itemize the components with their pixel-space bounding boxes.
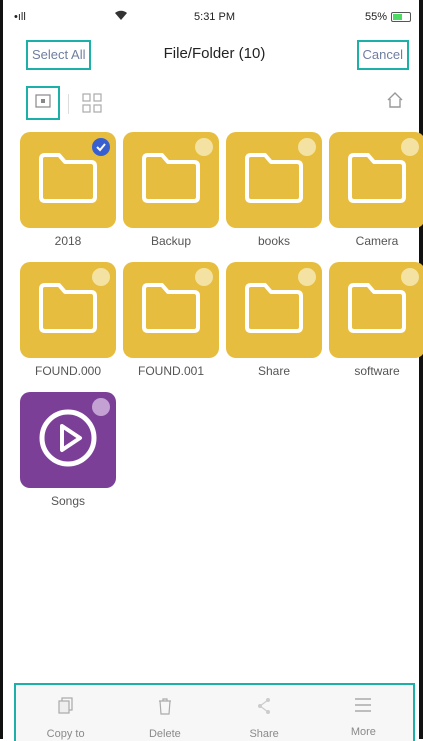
tile-label: Songs <box>50 494 86 508</box>
folder-icon <box>346 151 408 210</box>
unchecked-circle-icon[interactable] <box>92 398 110 416</box>
folder-icon <box>346 281 408 340</box>
folder-tile[interactable]: Camera <box>329 132 423 252</box>
tile-label: FOUND.000 <box>34 364 102 378</box>
music-folder-tile[interactable]: Songs <box>20 392 117 512</box>
share-icon <box>256 697 272 720</box>
tile-label: software <box>354 364 400 378</box>
left-edge <box>0 0 3 739</box>
tile-thumbnail <box>226 132 322 228</box>
battery-percent: 55% <box>364 11 387 23</box>
status-bar: •ıll 5:31 PM 55% <box>14 8 415 30</box>
folder-icon <box>243 281 305 340</box>
grid-view-icon[interactable] <box>82 93 102 118</box>
tile-thumbnail <box>329 132 423 228</box>
folder-tile[interactable]: books <box>226 132 323 252</box>
tile-thumbnail <box>20 132 116 228</box>
share-button[interactable]: Share <box>219 685 309 740</box>
battery-icon <box>391 12 411 22</box>
play-circle-icon <box>36 406 100 475</box>
cancel-button[interactable]: Cancel <box>356 40 409 70</box>
delete-button[interactable]: Delete <box>120 685 210 740</box>
tile-thumbnail <box>226 262 322 358</box>
delete-label: Delete <box>148 728 181 740</box>
view-toolbar <box>14 84 415 124</box>
unchecked-circle-icon[interactable] <box>92 268 110 286</box>
unchecked-circle-icon[interactable] <box>401 268 419 286</box>
tile-label: books <box>257 234 291 248</box>
unchecked-circle-icon[interactable] <box>195 138 213 156</box>
checked-circle-icon[interactable] <box>92 138 110 156</box>
battery-fill <box>393 14 402 20</box>
unchecked-circle-icon[interactable] <box>195 268 213 286</box>
folder-tile[interactable]: Backup <box>123 132 220 252</box>
folder-tile[interactable]: software <box>329 262 423 382</box>
folder-icon <box>140 151 202 210</box>
nav-bar: Select All File/Folder (10) Cancel <box>14 40 415 70</box>
unchecked-circle-icon[interactable] <box>401 138 419 156</box>
folder-tile[interactable]: 2018 <box>20 132 117 252</box>
tile-thumbnail <box>123 262 219 358</box>
tile-label: FOUND.001 <box>137 364 205 378</box>
toolbar-divider <box>68 94 69 114</box>
tile-thumbnail <box>20 262 116 358</box>
trash-icon <box>157 697 173 720</box>
status-time: 5:31 PM <box>194 11 235 23</box>
folder-icon <box>37 281 99 340</box>
more-label: More <box>350 726 376 738</box>
page-title: File/Folder (10) <box>163 45 266 62</box>
folder-tile[interactable]: Share <box>226 262 323 382</box>
tile-label: Camera <box>355 234 399 248</box>
tile-thumbnail <box>123 132 219 228</box>
tile-thumbnail <box>329 262 423 358</box>
unchecked-circle-icon[interactable] <box>298 268 316 286</box>
tile-label: 2018 <box>54 234 82 248</box>
tile-label: Backup <box>150 234 192 248</box>
list-view-button[interactable] <box>26 86 60 120</box>
tile-label: Share <box>257 364 291 378</box>
copy-to-label: Copy to <box>46 728 85 740</box>
unchecked-circle-icon[interactable] <box>298 138 316 156</box>
home-icon[interactable] <box>385 90 405 115</box>
more-button[interactable]: More <box>318 685 408 738</box>
folder-icon <box>37 151 99 210</box>
more-icon <box>354 697 372 718</box>
copy-icon <box>58 697 74 720</box>
share-label: Share <box>249 728 279 740</box>
copy-to-button[interactable]: Copy to <box>21 685 111 740</box>
folder-tile[interactable]: FOUND.000 <box>20 262 117 382</box>
folder-icon <box>140 281 202 340</box>
list-view-icon <box>35 93 51 113</box>
bottom-action-bar: Copy to Delete Share More <box>14 683 415 741</box>
tile-thumbnail <box>20 392 116 488</box>
status-right: 55% <box>365 11 411 23</box>
folder-tile[interactable]: FOUND.001 <box>123 262 220 382</box>
folder-icon <box>243 151 305 210</box>
